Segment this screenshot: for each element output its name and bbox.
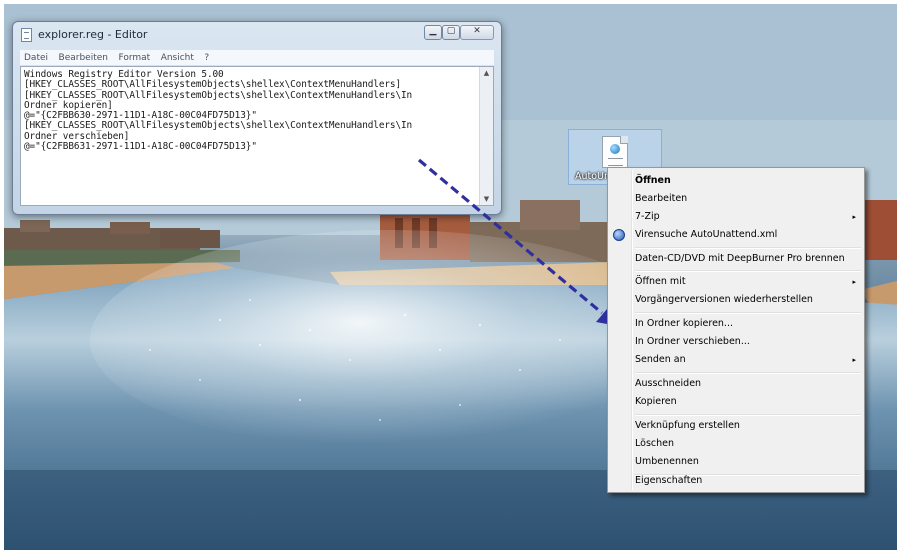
menu-item-in-ordner-verschieben[interactable]: In Ordner verschieben... <box>610 333 862 351</box>
menu-item-kopieren[interactable]: Kopieren <box>610 393 862 411</box>
menu-item-in-ordner-kopieren[interactable]: In Ordner kopieren... <box>610 315 862 333</box>
minimize-button[interactable]: ▁ <box>424 25 442 40</box>
scroll-down-icon[interactable]: ▼ <box>480 195 493 203</box>
close-button[interactable]: ✕ <box>460 25 494 40</box>
menu-bearbeiten[interactable]: Bearbeiten <box>59 51 108 66</box>
menu-separator <box>635 414 861 416</box>
menu-separator <box>635 270 861 272</box>
menu-item-oeffnen-mit[interactable]: Öffnen mit ▸ <box>610 273 862 291</box>
menu-item-verknuepfung[interactable]: Verknüpfung erstellen <box>610 417 862 435</box>
editor-text-area[interactable]: Windows Registry Editor Version 5.00 [HK… <box>20 66 494 206</box>
menu-item-ausschneiden[interactable]: Ausschneiden <box>610 375 862 393</box>
editor-menubar: Datei Bearbeiten Format Ansicht ? <box>20 50 494 66</box>
editor-titlebar[interactable]: explorer.reg - Editor ▁ ▢ ✕ <box>13 22 501 48</box>
menu-item-vorgaengerversionen[interactable]: Vorgängerversionen wiederherstellen <box>610 291 862 309</box>
close-icon: ✕ <box>473 26 481 36</box>
antivirus-icon <box>613 229 625 241</box>
menu-separator <box>635 247 861 249</box>
context-menu: Öffnen Bearbeiten 7-Zip ▸ Virensuche Aut… <box>607 167 865 493</box>
menu-separator <box>635 312 861 314</box>
submenu-arrow-icon: ▸ <box>852 278 856 286</box>
notepad-icon <box>21 28 32 42</box>
menu-item-deepburner[interactable]: Daten-CD/DVD mit DeepBurner Pro brennen <box>610 250 862 268</box>
submenu-arrow-icon: ▸ <box>852 213 856 221</box>
menu-item-oeffnen[interactable]: Öffnen <box>610 172 862 190</box>
editor-content[interactable]: Windows Registry Editor Version 5.00 [HK… <box>24 69 479 152</box>
desktop-background: explorer.reg - Editor ▁ ▢ ✕ Datei Bearbe… <box>0 0 901 554</box>
scroll-up-icon[interactable]: ▲ <box>480 69 493 77</box>
menu-datei[interactable]: Datei <box>24 51 48 66</box>
menu-item-bearbeiten[interactable]: Bearbeiten <box>610 190 862 208</box>
menu-item-umbenennen[interactable]: Umbenennen <box>610 453 862 471</box>
menu-item-virensuche[interactable]: Virensuche AutoUnattend.xml <box>610 226 862 244</box>
menu-separator <box>635 372 861 374</box>
minimize-icon: ▁ <box>429 26 437 36</box>
menu-item-loeschen[interactable]: Löschen <box>610 435 862 453</box>
maximize-icon: ▢ <box>446 26 456 36</box>
submenu-arrow-icon: ▸ <box>852 356 856 364</box>
editor-title: explorer.reg - Editor <box>38 28 148 41</box>
menu-help[interactable]: ? <box>204 51 209 66</box>
menu-ansicht[interactable]: Ansicht <box>161 51 194 66</box>
editor-scrollbar[interactable]: ▲ ▼ <box>479 67 493 205</box>
editor-window[interactable]: explorer.reg - Editor ▁ ▢ ✕ Datei Bearbe… <box>12 21 502 215</box>
menu-format[interactable]: Format <box>118 51 150 66</box>
xml-file-icon <box>602 136 628 168</box>
menu-item-7zip[interactable]: 7-Zip ▸ <box>610 208 862 226</box>
globe-icon <box>610 144 620 154</box>
maximize-button[interactable]: ▢ <box>442 25 460 40</box>
desktop-file-label: AutoUn <box>575 171 611 182</box>
menu-item-senden-an[interactable]: Senden an ▸ <box>610 351 862 369</box>
menu-item-eigenschaften[interactable]: Eigenschaften <box>610 472 862 490</box>
